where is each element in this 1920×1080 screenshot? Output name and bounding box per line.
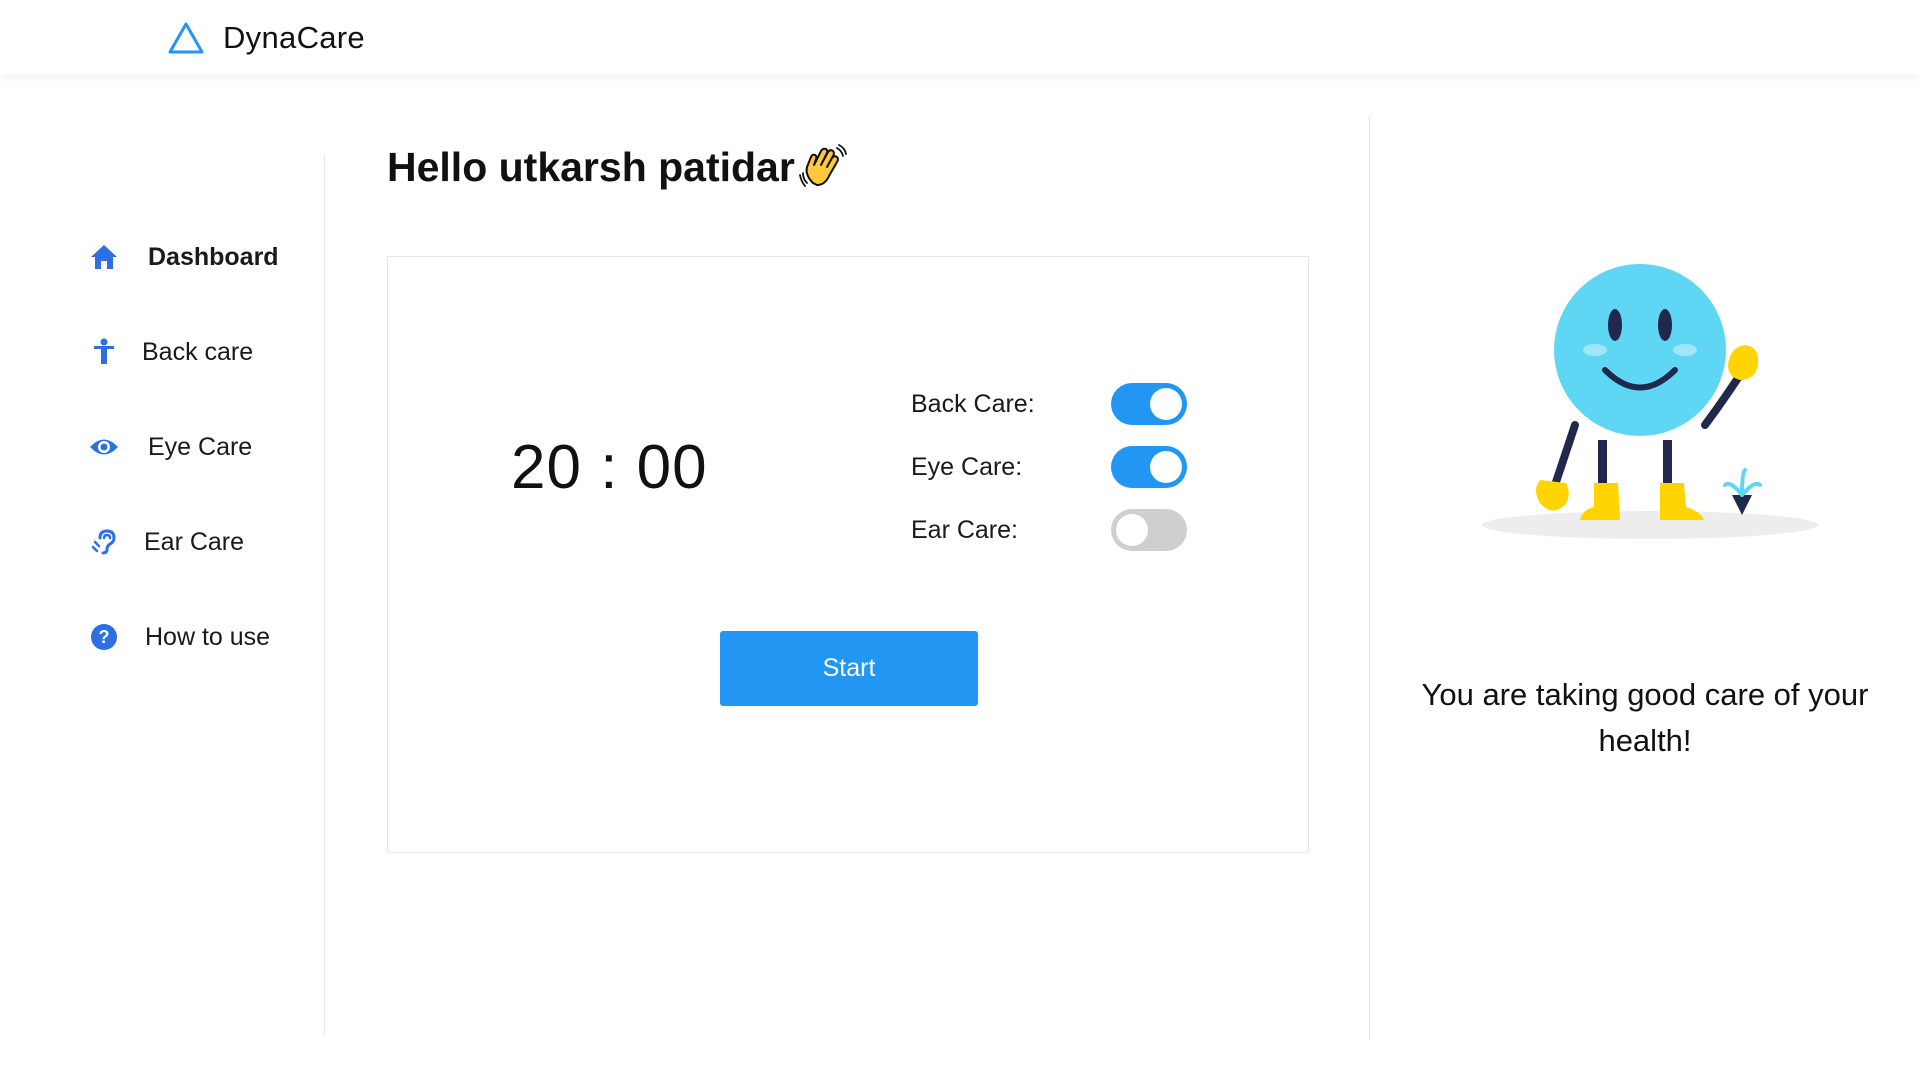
sidebar-item-label: Dashboard [148,242,279,271]
sidebar-item-back-care[interactable]: Back care [88,332,253,372]
top-bar: DynaCare [0,0,1920,75]
brand[interactable]: DynaCare [167,20,365,56]
toggle-label: Ear Care: [911,515,1018,544]
toggle-row-ear-care: Ear Care: [911,509,1187,551]
toggle-knob [1150,388,1182,420]
start-button[interactable]: Start [720,631,978,706]
app-name: DynaCare [223,20,365,55]
svg-text:?: ? [99,627,110,647]
toggle-label: Eye Care: [911,452,1023,481]
timer-display: 20 : 00 [511,433,708,502]
toggle-knob [1150,451,1182,483]
timer-card: 20 : 00 Back Care: Eye Care: Ear Care: S… [387,256,1309,853]
toggle-row-eye-care: Eye Care: [911,446,1187,488]
sidebar-item-label: Back care [142,337,254,366]
sidebar-item-label: How to use [145,622,271,651]
help-icon: ? [88,621,120,653]
right-panel: You are taking good care of your health! [1370,75,1920,1080]
sidebar-item-how-to-use[interactable]: ? How to use [88,617,270,657]
ear-icon [88,526,120,558]
sidebar: Dashboard Back care Eye Care Ear Care ? … [0,75,325,1080]
ear-care-toggle[interactable] [1111,509,1187,551]
eye-icon [88,431,120,463]
health-message: You are taking good care of your health! [1421,677,1869,758]
eye-care-toggle[interactable] [1111,446,1187,488]
sidebar-item-dashboard[interactable]: Dashboard [88,237,279,277]
back-care-toggle[interactable] [1111,383,1187,425]
toggle-label: Back Care: [911,389,1035,418]
sidebar-item-ear-care[interactable]: Ear Care [88,522,244,562]
sidebar-item-label: Ear Care [144,527,245,556]
smiley-character-illustration [1482,264,1818,539]
waving-hand-icon [798,144,847,187]
home-icon [88,241,120,273]
triangle-logo-icon [168,22,204,54]
greeting-text: Hello utkarsh patidar [387,143,795,190]
person-icon [88,336,120,368]
toggle-knob [1116,514,1148,546]
main-content: Hello utkarsh patidar 20 : 00 Back Care:… [325,75,1369,1080]
sidebar-item-label: Eye Care [148,432,253,461]
sidebar-item-eye-care[interactable]: Eye Care [88,427,252,467]
page-title: Hello utkarsh patidar [387,143,847,191]
toggle-row-back-care: Back Care: [911,383,1187,425]
